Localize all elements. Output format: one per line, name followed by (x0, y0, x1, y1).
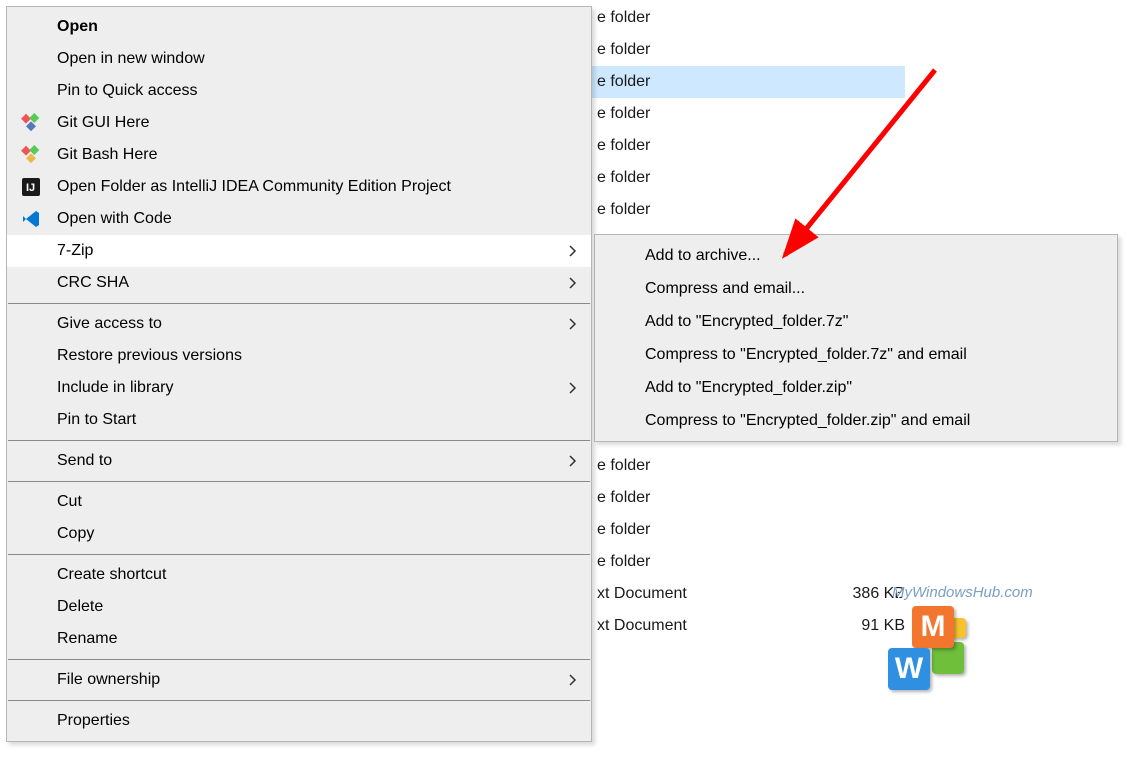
menu-separator (8, 303, 590, 304)
menu-item-label: Properties (57, 712, 130, 730)
file-row[interactable]: e folder (585, 130, 905, 162)
menu-item-label: Open (57, 18, 98, 36)
menu-item-label: Git GUI Here (57, 114, 149, 132)
menu-item-send-to[interactable]: Send to (7, 445, 591, 477)
menu-item-label: Copy (57, 525, 94, 543)
submenu-7zip: Add to archive...Compress and email...Ad… (594, 234, 1118, 442)
menu-item-properties[interactable]: Properties (7, 705, 591, 737)
menu-item-label: Open Folder as IntelliJ IDEA Community E… (57, 178, 451, 196)
submenu-item-add-archive[interactable]: Add to archive... (595, 239, 1117, 272)
menu-item-7zip[interactable]: 7-Zip (7, 235, 591, 267)
menu-item-label: Rename (57, 630, 117, 648)
watermark: MyWindowsHub.com M W (902, 612, 992, 702)
submenu-item-compress-email[interactable]: Compress and email... (595, 272, 1117, 305)
submenu-item-compress-7z-email[interactable]: Compress to "Encrypted_folder.7z" and em… (595, 338, 1117, 371)
chevron-right-icon (569, 455, 577, 467)
menu-item-label: Send to (57, 452, 112, 470)
menu-item-label: CRC SHA (57, 274, 129, 292)
menu-item-git-bash[interactable]: Git Bash Here (7, 139, 591, 171)
menu-item-create-shortcut[interactable]: Create shortcut (7, 559, 591, 591)
chevron-right-icon (569, 674, 577, 686)
context-menu: Open Open in new window Pin to Quick acces… (6, 6, 592, 742)
menu-item-label: Pin to Quick access (57, 82, 198, 100)
menu-item-label: 7-Zip (57, 242, 93, 260)
menu-item-open[interactable]: Open (7, 11, 591, 43)
menu-separator (8, 659, 590, 660)
menu-item-pin-start[interactable]: Pin to Start (7, 404, 591, 436)
file-row[interactable]: e folder (585, 66, 905, 98)
chevron-right-icon (569, 318, 577, 330)
menu-item-pin-quick-access[interactable]: Pin to Quick access (7, 75, 591, 107)
file-row[interactable]: e folder (585, 34, 905, 66)
file-row[interactable]: e folder (585, 162, 905, 194)
file-row[interactable]: e folder (585, 98, 905, 130)
file-row[interactable]: e folder (585, 514, 905, 546)
menu-item-label: File ownership (57, 671, 160, 689)
menu-item-label: Give access to (57, 315, 162, 333)
menu-item-git-gui[interactable]: Git GUI Here (7, 107, 591, 139)
chevron-right-icon (569, 245, 577, 257)
file-row[interactable]: e folder (585, 546, 905, 578)
menu-item-label: Restore previous versions (57, 347, 242, 365)
watermark-tile-w: W (888, 648, 930, 690)
menu-item-open-new-window[interactable]: Open in new window (7, 43, 591, 75)
menu-item-cut[interactable]: Cut (7, 486, 591, 518)
file-row[interactable]: e folder (585, 2, 905, 34)
menu-item-give-access[interactable]: Give access to (7, 308, 591, 340)
menu-item-copy[interactable]: Copy (7, 518, 591, 550)
menu-item-delete[interactable]: Delete (7, 591, 591, 623)
file-row[interactable]: e folder (585, 482, 905, 514)
menu-item-crc-sha[interactable]: CRC SHA (7, 267, 591, 299)
submenu-item-add-zip[interactable]: Add to "Encrypted_folder.zip" (595, 371, 1117, 404)
file-size: 91 KB (815, 610, 905, 642)
git-bash-icon (21, 145, 41, 165)
menu-item-label: Include in library (57, 379, 174, 397)
submenu-item-compress-zip-email[interactable]: Compress to "Encrypted_folder.zip" and e… (595, 404, 1117, 437)
watermark-text: MyWindowsHub.com (892, 584, 1112, 601)
menu-item-label: Open with Code (57, 210, 172, 228)
menu-item-label: Delete (57, 598, 103, 616)
chevron-right-icon (569, 382, 577, 394)
menu-separator (8, 440, 590, 441)
menu-separator (8, 554, 590, 555)
file-row[interactable]: e folder (585, 194, 905, 226)
git-gui-icon (21, 113, 41, 133)
menu-item-label: Pin to Start (57, 411, 136, 429)
menu-item-label: Cut (57, 493, 82, 511)
menu-item-intellij[interactable]: IJ Open Folder as IntelliJ IDEA Community… (7, 171, 591, 203)
menu-item-label: Git Bash Here (57, 146, 157, 164)
menu-item-rename[interactable]: Rename (7, 623, 591, 655)
menu-item-label: Create shortcut (57, 566, 166, 584)
menu-item-include-library[interactable]: Include in library (7, 372, 591, 404)
submenu-item-add-7z[interactable]: Add to "Encrypted_folder.7z" (595, 305, 1117, 338)
file-row[interactable]: e folder (585, 450, 905, 482)
menu-item-label: Open in new window (57, 50, 205, 68)
watermark-tile-m: M (912, 606, 954, 648)
vscode-icon (21, 209, 41, 229)
chevron-right-icon (569, 277, 577, 289)
menu-item-restore-previous[interactable]: Restore previous versions (7, 340, 591, 372)
menu-item-file-ownership[interactable]: File ownership (7, 664, 591, 696)
intellij-icon: IJ (21, 177, 41, 197)
menu-separator (8, 700, 590, 701)
svg-text:IJ: IJ (26, 182, 35, 194)
menu-separator (8, 481, 590, 482)
menu-item-vscode[interactable]: Open with Code (7, 203, 591, 235)
